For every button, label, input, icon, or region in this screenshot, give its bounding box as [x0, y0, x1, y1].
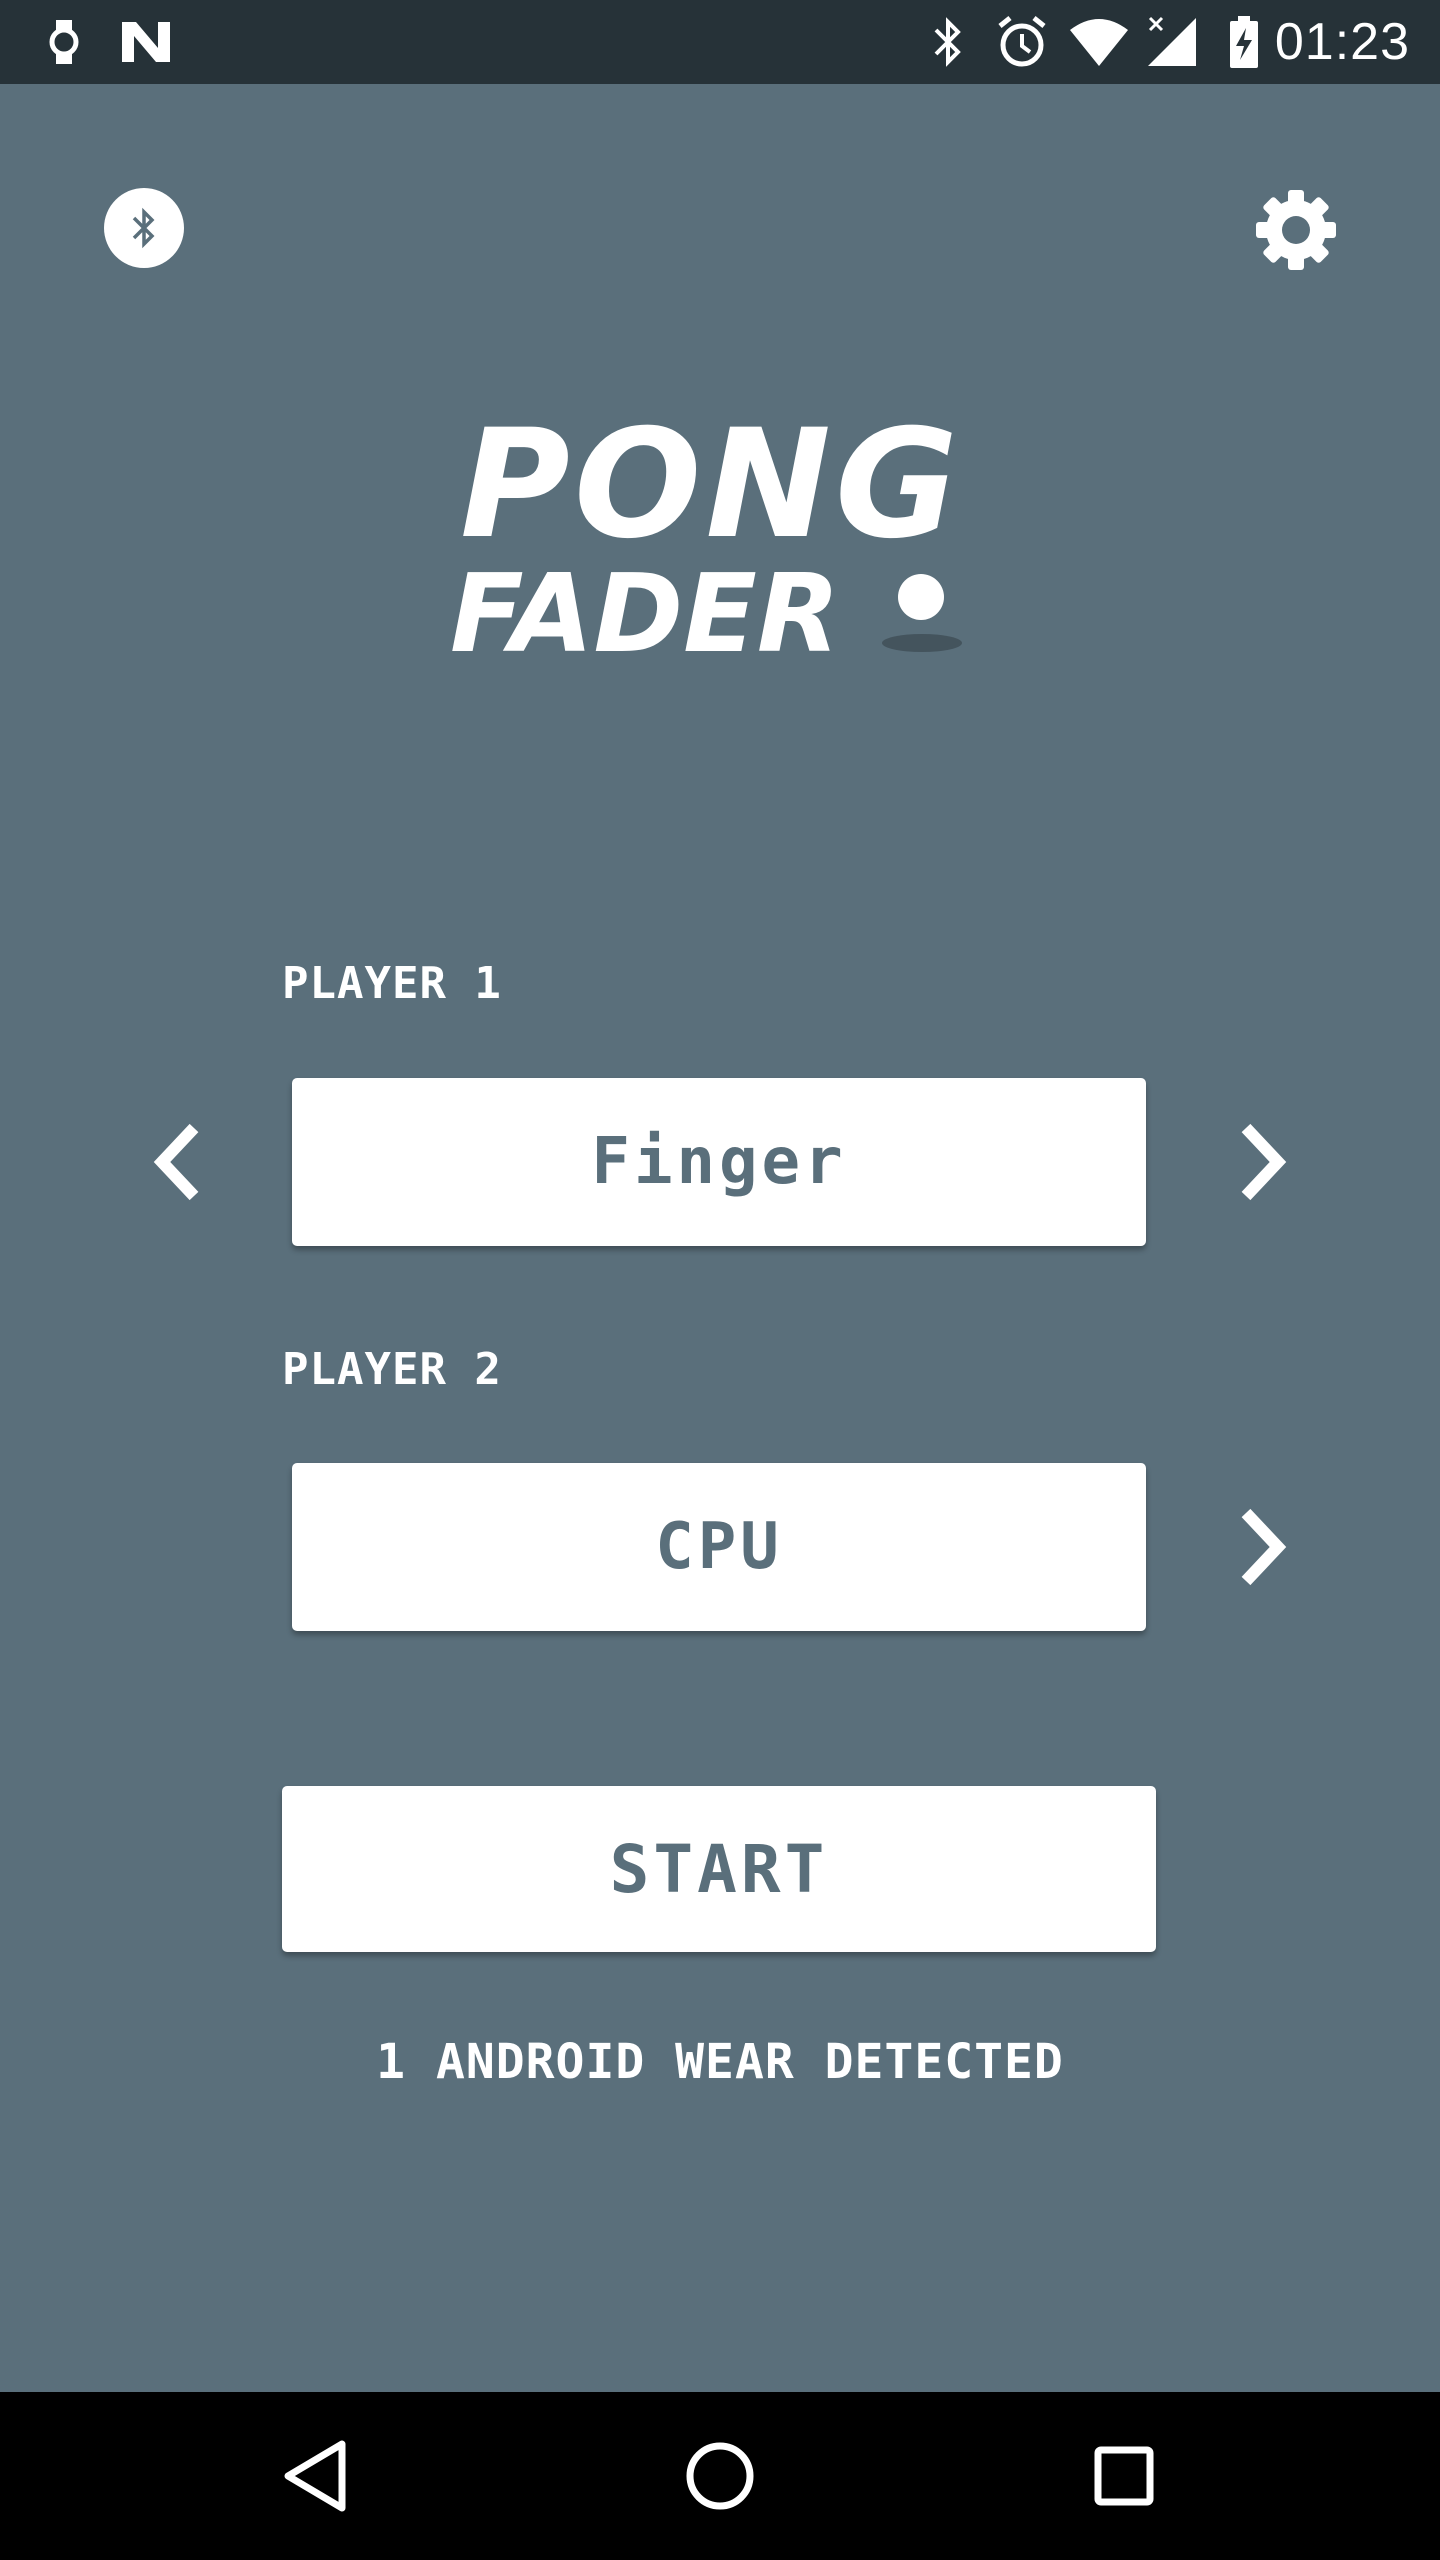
clock-time: 01:23 [1274, 13, 1410, 71]
start-button[interactable]: START [282, 1786, 1156, 1952]
n-logo-icon [122, 22, 170, 62]
back-icon[interactable] [266, 2426, 366, 2526]
recents-icon[interactable] [1074, 2426, 1174, 2526]
app-logo: PONG FADER [440, 410, 1000, 670]
navigation-bar [0, 2392, 1440, 2560]
wear-status-text: 1 ANDROID WEAR DETECTED [376, 2034, 1064, 2090]
gear-icon[interactable] [1254, 188, 1338, 272]
watch-icon [49, 20, 79, 64]
logo-title-fader: FADER [450, 552, 841, 677]
alarm-icon [998, 16, 1046, 67]
bluetooth-icon [132, 207, 155, 249]
bluetooth-icon [934, 17, 961, 67]
logo-ball-shadow [882, 634, 962, 652]
player1-selector[interactable]: Finger [292, 1078, 1146, 1246]
wifi-icon [1070, 19, 1128, 66]
player1-next-arrow[interactable] [1224, 1112, 1304, 1212]
player1-label: PLAYER 1 [282, 958, 502, 1009]
bluetooth-button[interactable] [104, 188, 184, 268]
signal-icon [1148, 16, 1196, 66]
battery-charging-icon [1230, 16, 1258, 68]
home-icon[interactable] [670, 2426, 770, 2526]
player2-next-arrow[interactable] [1224, 1497, 1304, 1597]
status-bar: 01:23 [0, 0, 1440, 84]
player2-label: PLAYER 2 [282, 1344, 502, 1395]
player2-selector[interactable]: CPU [292, 1463, 1146, 1631]
logo-title-pong: PONG [460, 398, 963, 572]
logo-ball [898, 574, 944, 620]
player1-prev-arrow[interactable] [136, 1112, 216, 1212]
